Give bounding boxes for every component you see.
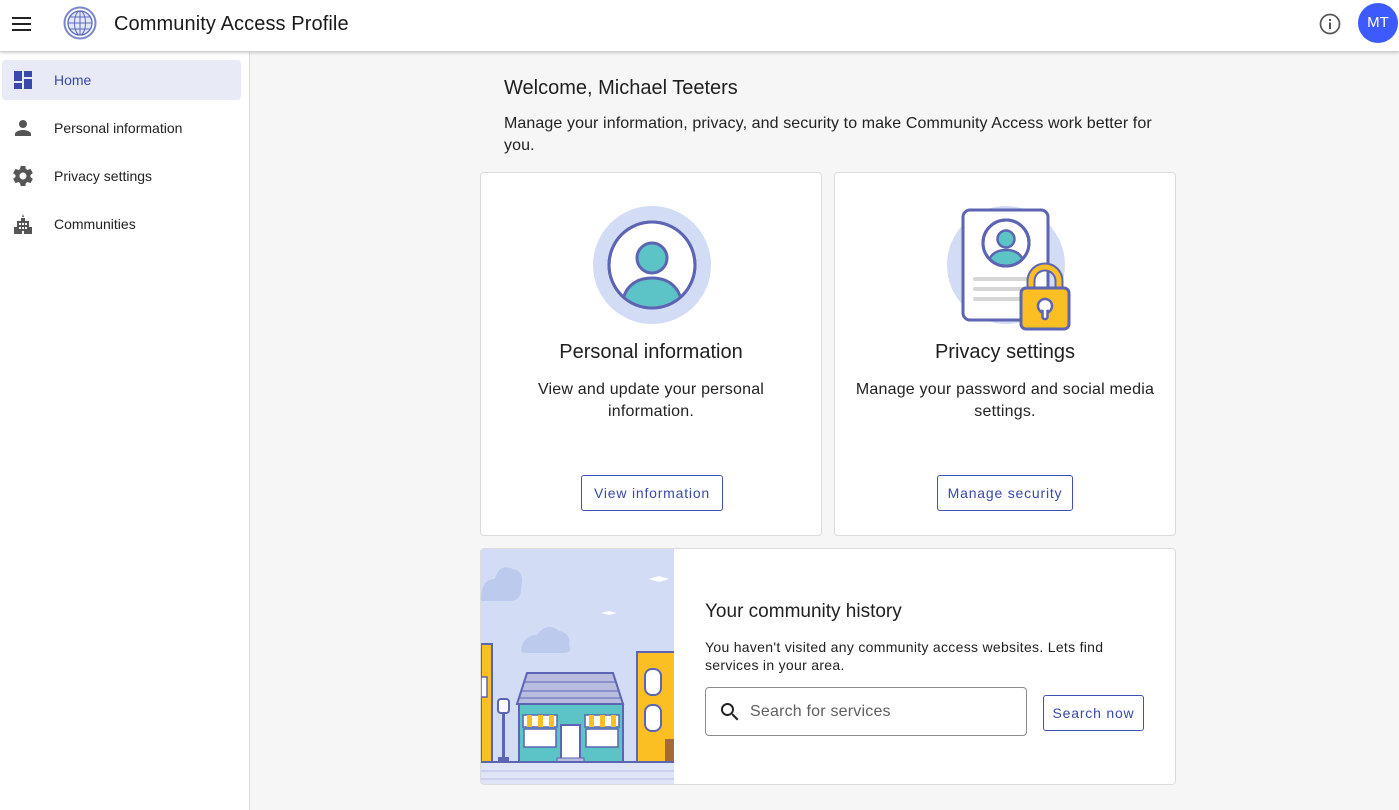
sidebar-item-label: Privacy settings: [54, 168, 153, 184]
locked-document-icon: [947, 206, 1071, 331]
welcome-heading: Welcome, Michael Teeters: [504, 77, 738, 99]
search-icon: [721, 703, 739, 721]
dashboard-icon: [14, 71, 32, 89]
search-input[interactable]: [750, 700, 1010, 724]
info-icon[interactable]: [1316, 10, 1344, 38]
sidebar-item-label: Home: [54, 72, 92, 88]
sidebar: Home Personal information Privacy settin…: [0, 52, 250, 810]
sidebar-item-label: Communities: [54, 216, 136, 232]
personal-information-card: Personal information View and update you…: [480, 172, 822, 536]
card-description: View and update your personal informatio…: [537, 381, 765, 420]
storefront-illustration: [481, 549, 674, 784]
manage-security-button[interactable]: Manage security: [937, 475, 1073, 511]
card-title: Personal information: [559, 341, 743, 363]
search-field[interactable]: [705, 687, 1027, 736]
history-text: You haven't visited any community access…: [705, 639, 1104, 673]
user-avatar[interactable]: MT: [1358, 3, 1398, 43]
menu-icon[interactable]: [8, 10, 36, 38]
person-icon: [15, 120, 31, 136]
intro-text: Manage your information, privacy, and se…: [504, 115, 1152, 154]
sidebar-item-privacy-settings[interactable]: Privacy settings: [2, 156, 241, 196]
card-description: Manage your password and social media se…: [855, 381, 1155, 420]
sidebar-item-personal-information[interactable]: Personal information: [2, 108, 241, 148]
globe-logo-icon: [63, 6, 97, 40]
app-title: Community Access Profile: [114, 13, 349, 35]
card-title: Privacy settings: [934, 341, 1076, 363]
sidebar-item-home[interactable]: Home: [2, 60, 241, 100]
sidebar-item-label: Personal information: [54, 120, 183, 136]
history-title: Your community history: [705, 601, 902, 622]
view-information-button[interactable]: View information: [581, 475, 723, 511]
search-now-button[interactable]: Search now: [1043, 695, 1144, 731]
city-icon: [14, 214, 32, 234]
sidebar-item-communities[interactable]: Communities: [2, 204, 241, 244]
privacy-settings-card: Privacy settings Manage your password an…: [834, 172, 1176, 536]
gear-icon: [13, 166, 33, 187]
user-profile-icon: [593, 206, 711, 324]
community-history-card: Your community history You haven't visit…: [480, 548, 1176, 785]
app-header: Community Access Profile MT: [0, 0, 1399, 52]
